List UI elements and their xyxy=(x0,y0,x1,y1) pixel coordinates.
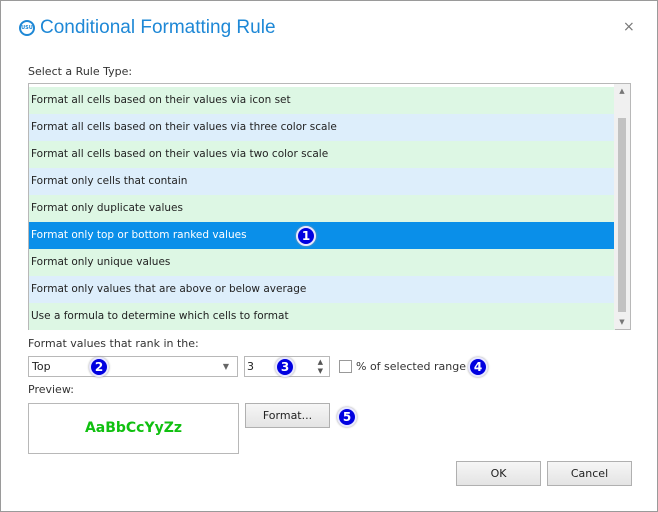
rule-item[interactable]: Format only duplicate values xyxy=(29,195,615,222)
rank-count-value: 3 xyxy=(247,360,254,373)
rule-item[interactable]: Format only top or bottom ranked values xyxy=(29,222,615,249)
rule-item[interactable]: Use a formula to determine which cells t… xyxy=(29,303,615,330)
dialog-window: USU Conditional Formatting Rule × Select… xyxy=(0,0,658,512)
format-button[interactable]: Format... xyxy=(245,403,330,428)
scroll-up-icon[interactable]: ▲ xyxy=(614,87,630,95)
percent-checkbox[interactable] xyxy=(339,360,352,373)
callout-badge-3: 3 xyxy=(275,357,295,377)
stepper-down-icon[interactable]: ▼ xyxy=(318,366,323,376)
cancel-button[interactable]: Cancel xyxy=(547,461,632,486)
dialog-title: Conditional Formatting Rule xyxy=(40,17,276,38)
ok-button[interactable]: OK xyxy=(456,461,541,486)
preview-label: Preview: xyxy=(28,383,74,396)
percent-label: % of selected range xyxy=(356,360,466,373)
rule-type-list[interactable]: Format all cells based on their values v… xyxy=(28,83,631,330)
callout-badge-1: 1 xyxy=(296,226,316,246)
app-logo: USU xyxy=(19,20,35,36)
callout-badge-5: 5 xyxy=(337,407,357,427)
scroll-down-icon[interactable]: ▼ xyxy=(614,318,630,326)
rule-item[interactable]: Format only unique values xyxy=(29,249,615,276)
rule-item[interactable]: Format all cells based on their values v… xyxy=(29,87,615,114)
callout-badge-4: 4 xyxy=(468,357,488,377)
rule-item[interactable]: Format only cells that contain xyxy=(29,168,615,195)
close-icon[interactable]: × xyxy=(623,19,635,35)
rule-item[interactable]: Format only values that are above or bel… xyxy=(29,276,615,303)
rule-item[interactable]: Format all cells based on their values v… xyxy=(29,141,615,168)
callout-badge-2: 2 xyxy=(89,357,109,377)
rule-item[interactable]: Format all cells based on their values v… xyxy=(29,114,615,141)
rank-select-value: Top xyxy=(32,360,51,373)
rule-type-label: Select a Rule Type: xyxy=(28,65,133,78)
preview-box: AaBbCcYyZz xyxy=(28,403,239,454)
chevron-down-icon: ▼ xyxy=(222,362,229,371)
scrollbar[interactable]: ▲ ▼ xyxy=(614,84,630,329)
rank-select[interactable]: Top ▼ xyxy=(28,356,238,377)
rank-label: Format values that rank in the: xyxy=(28,337,199,350)
scrollbar-thumb[interactable] xyxy=(618,118,626,312)
